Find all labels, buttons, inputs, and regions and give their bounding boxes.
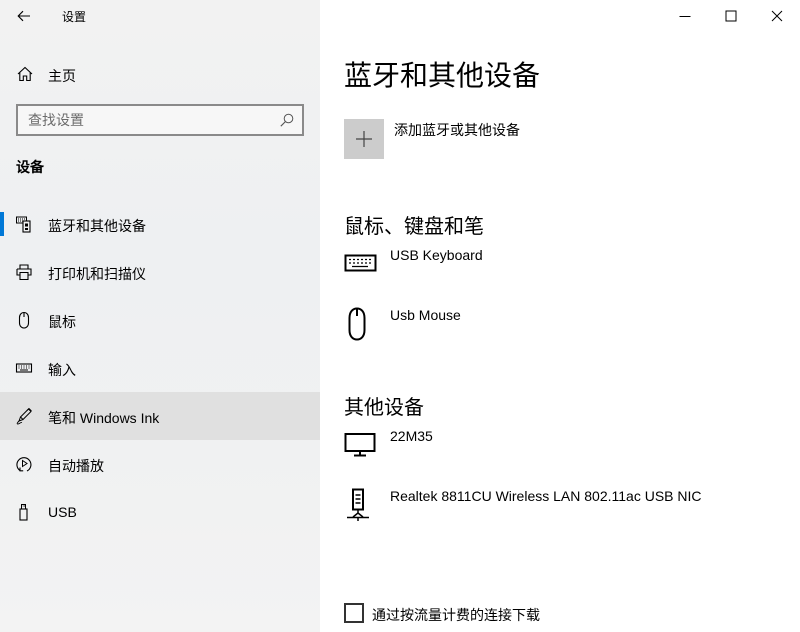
sidebar: 设置 主页 设备 蓝牙和其他设备 — [0, 0, 320, 632]
autoplay-icon — [16, 457, 32, 472]
plus-icon — [356, 131, 372, 147]
sidebar-item-printers[interactable]: 打印机和扫描仪 — [0, 248, 320, 296]
device-item[interactable]: Realtek 8811CU Wireless LAN 802.11ac USB… — [344, 488, 784, 540]
sidebar-item-pen[interactable]: 笔和 Windows Ink — [0, 392, 320, 440]
page-title: 蓝牙和其他设备 — [344, 60, 541, 91]
selected-indicator — [0, 212, 4, 236]
sidebar-item-typing[interactable]: 输入 — [0, 344, 320, 392]
device-name: USB Keyboard — [390, 247, 483, 263]
sidebar-nav: 蓝牙和其他设备 打印机和扫描仪 鼠标 输入 笔和 Windows Ink 自动播… — [0, 200, 320, 536]
printer-icon — [16, 264, 32, 281]
device-name: Realtek 8811CU Wireless LAN 802.11ac USB… — [390, 488, 702, 504]
sidebar-item-bluetooth[interactable]: 蓝牙和其他设备 — [0, 200, 320, 248]
sidebar-item-label: 笔和 Windows Ink — [48, 410, 160, 426]
bluetooth-devices-icon — [16, 216, 31, 233]
mouse-icon — [18, 311, 30, 329]
title-bar: 设置 — [0, 0, 320, 32]
add-device-label: 添加蓝牙或其他设备 — [394, 122, 520, 138]
sidebar-item-label: USB — [48, 504, 77, 520]
sidebar-item-label: 打印机和扫描仪 — [48, 266, 146, 282]
main-content: 蓝牙和其他设备 添加蓝牙或其他设备 鼠标、键盘和笔 USB Keyboard U… — [320, 0, 800, 632]
minimize-button[interactable] — [662, 0, 708, 32]
sidebar-item-usb[interactable]: USB — [0, 488, 320, 536]
device-item[interactable]: Usb Mouse — [344, 307, 784, 359]
add-device-button[interactable]: 添加蓝牙或其他设备 — [344, 119, 520, 159]
home-icon — [17, 66, 33, 82]
sidebar-item-mouse[interactable]: 鼠标 — [0, 296, 320, 344]
device-item[interactable]: 22M35 — [344, 428, 784, 480]
network-adapter-icon — [347, 488, 369, 521]
sidebar-item-label: 鼠标 — [48, 314, 76, 330]
sidebar-item-autoplay[interactable]: 自动播放 — [0, 440, 320, 488]
window-controls — [662, 0, 800, 32]
minimize-icon — [679, 16, 691, 17]
search-icon[interactable] — [279, 112, 295, 128]
back-arrow-icon — [17, 10, 30, 22]
back-button[interactable] — [8, 2, 40, 30]
section-label: 设备 — [16, 159, 44, 175]
metered-download-label: 通过按流量计费的连接下载 — [372, 607, 540, 623]
device-name: Usb Mouse — [390, 307, 461, 323]
app-title: 设置 — [62, 10, 87, 24]
close-icon — [771, 10, 783, 22]
home-label: 主页 — [48, 68, 76, 84]
checkbox[interactable] — [344, 603, 364, 623]
search-input[interactable] — [18, 106, 302, 134]
sidebar-item-label: 自动播放 — [48, 458, 104, 474]
device-item[interactable]: USB Keyboard — [344, 247, 784, 299]
monitor-icon — [344, 433, 376, 457]
usb-icon — [19, 504, 28, 521]
sidebar-item-label: 输入 — [48, 362, 76, 378]
sidebar-item-label: 蓝牙和其他设备 — [48, 218, 146, 234]
keyboard-icon — [344, 254, 377, 272]
group-title-other-devices: 其他设备 — [344, 397, 424, 419]
pen-icon — [16, 407, 32, 425]
keyboard-icon — [15, 363, 33, 373]
maximize-icon — [725, 10, 737, 22]
group-title-input-devices: 鼠标、键盘和笔 — [344, 216, 484, 238]
close-button[interactable] — [754, 0, 800, 32]
add-device-tile[interactable] — [344, 119, 384, 159]
maximize-button[interactable] — [708, 0, 754, 32]
search-box[interactable] — [16, 104, 304, 136]
device-name: 22M35 — [390, 428, 433, 444]
sidebar-item-home[interactable]: 主页 — [0, 56, 320, 92]
mouse-icon — [348, 307, 366, 341]
